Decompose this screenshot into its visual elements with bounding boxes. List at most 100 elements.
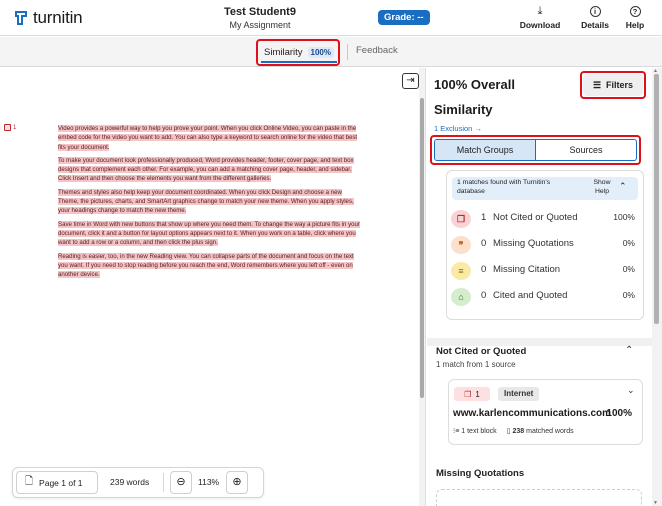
match-group-label: Cited and Quoted	[493, 290, 568, 301]
match-group-row[interactable]: ❐ 1 Not Cited or Quoted 100%	[451, 208, 641, 230]
match-group-label: Missing Quotations	[493, 238, 574, 249]
similarity-badge: 100%	[307, 46, 334, 58]
copy-icon: ❐	[464, 389, 472, 399]
text-block-icon: ⁝≡	[453, 428, 460, 435]
document-paragraph: Reading is easier, too, in the new Readi…	[58, 252, 354, 279]
download-label: Download	[519, 20, 561, 30]
page-icon: 🗋	[25, 476, 34, 487]
source-match-badge: ❐ 1	[454, 387, 490, 401]
scroll-down-icon[interactable]: ▼	[653, 500, 658, 506]
filters-button[interactable]: ☰ Filters	[583, 74, 643, 96]
document-paragraph: Themes and styles also help keep your do…	[58, 188, 354, 215]
view-toggle: Match Groups Sources	[434, 139, 637, 161]
details-button[interactable]: i Details	[573, 5, 617, 30]
matched-words-icon: ▯	[506, 428, 511, 435]
zoom-level: 113%	[198, 477, 220, 487]
assignment-name: My Assignment	[229, 20, 291, 30]
page-indicator-label: Page 1 of 1	[39, 477, 83, 488]
match-group-percent: 0%	[622, 238, 635, 248]
turnitin-logo: turnitin	[14, 8, 83, 28]
ncq-section-subtitle: 1 match from 1 source	[436, 360, 516, 369]
show-help-link[interactable]: Show Help	[590, 179, 614, 196]
active-tab-indicator	[261, 61, 337, 63]
chevron-updown-icon[interactable]: ⌃	[619, 181, 627, 192]
zoom-out-button[interactable]: ⊖	[170, 471, 192, 494]
match-group-percent: 0%	[622, 264, 635, 274]
copy-icon: ❐	[451, 210, 471, 228]
match-group-row[interactable]: ≡ 0 Missing Citation 0%	[451, 260, 641, 282]
collapse-panel-icon[interactable]: ⇥	[402, 73, 419, 89]
document-scrollbar-thumb[interactable]	[420, 98, 424, 398]
zoom-out-icon: ⊖	[176, 476, 186, 488]
logo-text: turnitin	[33, 8, 83, 27]
document-viewer: 1 Video provides a powerful way to help …	[0, 68, 426, 506]
page-indicator[interactable]: 🗋 Page 1 of 1	[16, 471, 98, 494]
view-tab-bar: Similarity 100% Feedback	[0, 37, 662, 67]
student-info: Test Student9 My Assignment	[190, 6, 330, 30]
document-text: Video provides a powerful way to help yo…	[58, 124, 360, 283]
zoom-in-button[interactable]: ⊕	[226, 471, 248, 494]
document-paragraph: Video provides a powerful way to help yo…	[58, 125, 358, 151]
tab-similarity-label: Similarity	[264, 46, 303, 58]
toolbar-divider	[163, 473, 164, 492]
source-type-badge: Internet	[498, 387, 540, 401]
source-url[interactable]: www.karlencommunications.com	[453, 408, 611, 419]
match-group-label: Missing Citation	[493, 264, 561, 275]
tab-feedback[interactable]: Feedback	[356, 45, 398, 56]
panel-scrollbar[interactable]: ▲ ▼	[652, 68, 662, 506]
missing-quotations-title: Missing Quotations	[436, 468, 525, 479]
match-group-row[interactable]: ⌂ 0 Cited and Quoted 0%	[451, 286, 641, 308]
help-button[interactable]: ? Help	[613, 5, 657, 30]
top-header: turnitin Test Student9 My Assignment Gra…	[0, 0, 662, 36]
match-groups-card: 1 matches found with Turnitin's database…	[446, 170, 644, 320]
zoom-in-icon: ⊕	[232, 476, 242, 488]
help-icon: ?	[613, 5, 657, 18]
sources-tab[interactable]: Sources	[536, 140, 636, 160]
document-paragraph: To make your document look professionall…	[58, 156, 354, 183]
document-paragraph: Save time in Word with new buttons that …	[58, 220, 360, 247]
download-icon: ⤓	[537, 5, 543, 17]
word-count: 239 words	[110, 477, 150, 487]
document-toolbar: 🗋 Page 1 of 1 239 words ⊖ 113% ⊕	[12, 467, 264, 498]
filter-icon: ☰	[592, 79, 602, 90]
info-text: 1 matches found with Turnitin's database	[457, 179, 551, 195]
similarity-title: Similarity	[434, 102, 493, 117]
document-scrollbar[interactable]	[419, 68, 425, 506]
info-icon: i	[573, 5, 617, 18]
download-button[interactable]: ⤓ Download	[518, 5, 562, 30]
match-group-row[interactable]: ❞ 0 Missing Quotations 0%	[451, 234, 641, 256]
panel-scrollbar-thumb[interactable]	[654, 74, 659, 324]
match-group-label: Not Cited or Quoted	[493, 212, 578, 223]
details-label: Details	[581, 20, 609, 30]
copy-icon	[4, 124, 11, 131]
arrow-right-icon: →	[474, 124, 482, 133]
help-label: Help	[625, 20, 645, 30]
grade-button[interactable]: Grade: --	[378, 10, 430, 25]
filters-label: Filters	[606, 80, 634, 90]
turnitin-logo-icon	[14, 10, 28, 26]
student-name: Test Student9	[224, 6, 296, 18]
chevron-down-icon[interactable]: ⌄	[627, 385, 635, 396]
source-percent: 100%	[606, 408, 632, 419]
ncq-section-title: Not Cited or Quoted	[436, 346, 527, 357]
quote-icon: ❞	[451, 236, 471, 254]
exclusion-link[interactable]: 1 Exclusion →	[434, 124, 482, 133]
tab-divider	[347, 44, 348, 60]
matched-words-info: ▯ 238 matched words	[506, 428, 574, 435]
match-group-percent: 100%	[613, 212, 635, 222]
match-flag-count: 1	[13, 124, 17, 131]
lines-icon: ≡	[451, 262, 471, 280]
source-meta: ⁝≡ 1 text block ▯ 238 matched words	[453, 427, 574, 435]
chevron-up-icon[interactable]: ⌃	[625, 345, 633, 356]
missing-quotations-placeholder	[436, 489, 642, 506]
info-banner: 1 matches found with Turnitin's database…	[452, 177, 638, 200]
match-group-percent: 0%	[622, 290, 635, 300]
tab-similarity[interactable]: Similarity 100%	[259, 41, 339, 63]
text-block-info: ⁝≡ 1 text block	[453, 428, 497, 435]
graduation-cap-icon: ⌂	[451, 288, 471, 306]
match-groups-tab[interactable]: Match Groups	[435, 140, 536, 160]
similarity-panel: 100% Overall ☰ Filters Similarity 1 Excl…	[427, 68, 662, 506]
match-flag[interactable]: 1	[4, 124, 16, 131]
overall-score: 100% Overall	[434, 77, 515, 92]
source-card[interactable]: ❐ 1 Internet ⌄ www.karlencommunications.…	[448, 379, 643, 445]
